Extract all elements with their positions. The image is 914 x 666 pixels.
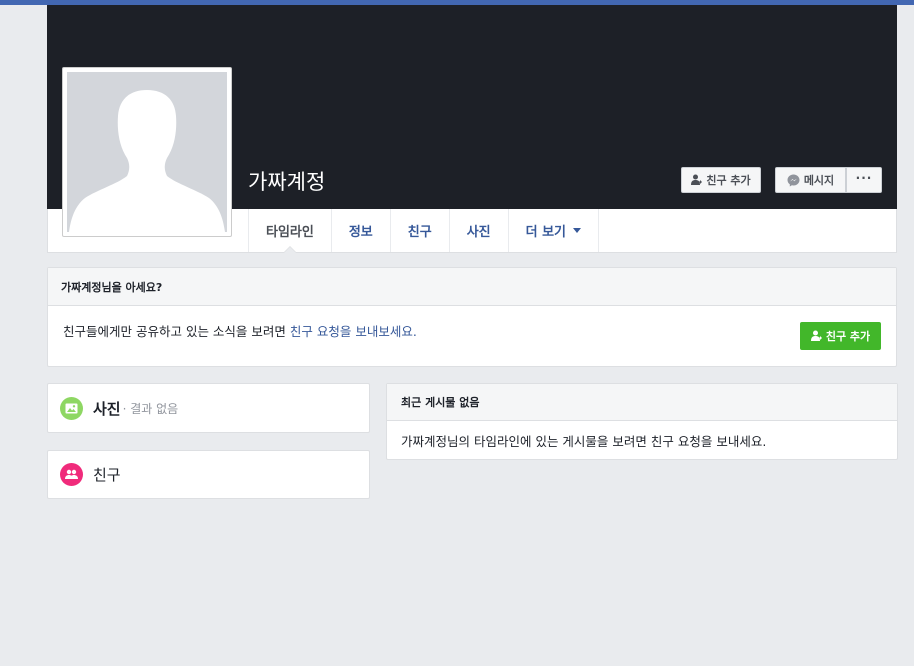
photos-subtitle: · 결과 없음 xyxy=(122,401,179,416)
do-you-know-heading: 가짜계정님을 아세요? xyxy=(48,268,896,306)
tab-photos[interactable]: 사진 xyxy=(448,209,508,252)
tab-label: 타임라인 xyxy=(266,225,314,240)
more-dots-icon: ··· xyxy=(855,171,873,185)
tab-friends[interactable]: 친구 xyxy=(389,209,449,252)
default-avatar-silhouette xyxy=(67,72,227,232)
tab-more[interactable]: 더 보기 xyxy=(507,209,600,252)
recent-posts-heading: 최근 게시물 없음 xyxy=(387,384,897,421)
do-you-know-text: 친구들에게만 공유하고 있는 소식을 보려면 xyxy=(63,324,290,339)
add-friend-icon xyxy=(691,174,703,185)
photos-card[interactable]: 사진 · 결과 없음 xyxy=(47,383,370,433)
person-silhouette-icon xyxy=(69,90,225,232)
add-friend-label: 친구 추가 xyxy=(706,174,751,187)
profile-name: 가짜계정 xyxy=(248,170,326,194)
more-options-button[interactable]: ··· xyxy=(846,167,882,193)
tab-label: 더 보기 xyxy=(525,225,567,240)
profile-picture[interactable] xyxy=(62,67,232,237)
message-button[interactable]: 메시지 xyxy=(775,167,846,193)
photo-icon xyxy=(60,396,83,420)
add-friend-green-label: 친구 추가 xyxy=(825,330,871,343)
do-you-know-body: 친구들에게만 공유하고 있는 소식을 보려면 친구 요청을 보내보세요. 친구 … xyxy=(48,306,896,366)
do-you-know-card: 가짜계정님을 아세요? 친구들에게만 공유하고 있는 소식을 보려면 친구 요청… xyxy=(47,267,897,367)
chevron-down-icon xyxy=(573,228,582,233)
photos-title: 사진 xyxy=(93,399,121,418)
friends-card[interactable]: 친구 xyxy=(47,450,370,499)
tab-timeline[interactable]: 타임라인 xyxy=(248,209,331,253)
recent-posts-body: 가짜계정님의 타임라인에 있는 게시물을 보려면 친구 요청을 보내세요. xyxy=(401,434,767,449)
message-label: 메시지 xyxy=(803,174,835,187)
messenger-icon xyxy=(787,174,800,186)
friends-icon xyxy=(60,463,83,486)
send-friend-request-link[interactable]: 친구 요청을 보내보세요. xyxy=(290,324,417,339)
tab-label: 친구 xyxy=(407,225,432,240)
tab-label: 정보 xyxy=(348,225,373,240)
tab-label: 사진 xyxy=(466,225,491,240)
recent-posts-card: 최근 게시물 없음 가짜계정님의 타임라인에 있는 게시물을 보려면 친구 요청… xyxy=(386,383,898,460)
friends-title: 친구 xyxy=(93,466,121,484)
add-friend-green-button[interactable]: 친구 추가 xyxy=(800,322,881,350)
profile-tabs: 타임라인 정보 친구 사진 더 보기 xyxy=(248,209,600,253)
tab-about[interactable]: 정보 xyxy=(330,209,390,252)
add-friend-icon xyxy=(810,330,822,341)
add-friend-button[interactable]: 친구 추가 xyxy=(681,167,761,193)
